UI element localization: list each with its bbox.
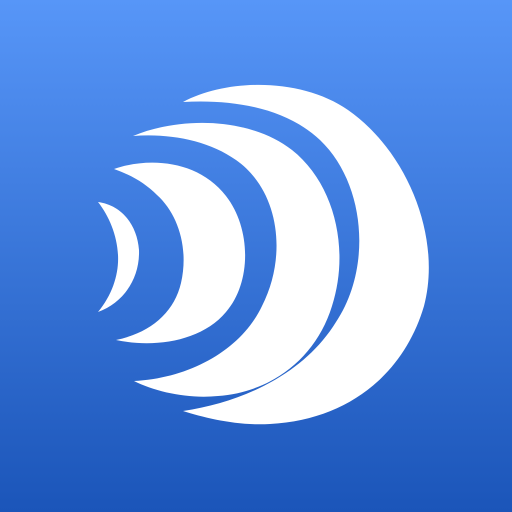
sound-wave-logo-icon: [0, 0, 512, 512]
app-icon: [0, 0, 512, 512]
icon-background: [0, 0, 512, 512]
